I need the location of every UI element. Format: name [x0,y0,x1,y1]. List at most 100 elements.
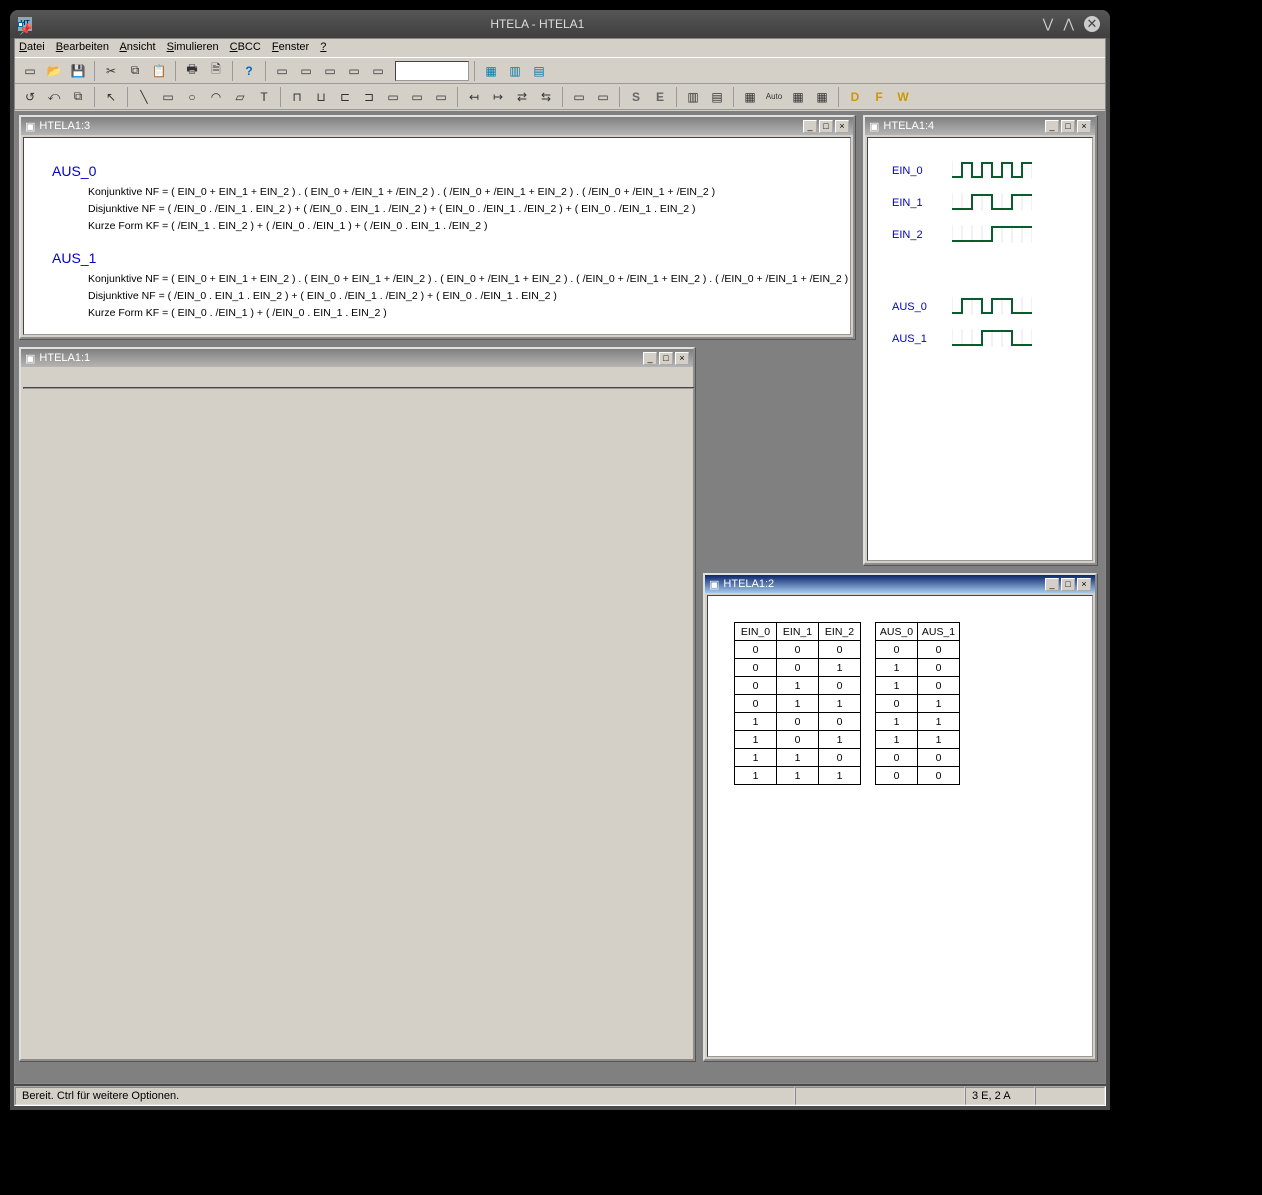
pane-truthtable: ▣ HTELA1:2 _ □ × EIN_0EIN_1EIN_200000101… [703,573,1097,1061]
cut-icon[interactable]: ✂ [100,60,122,82]
menu-datei[interactable]: Datei [19,41,45,53]
pane-waveform-title[interactable]: ▣ HTELA1:4 _ □ × [865,117,1095,135]
max-icon[interactable]: □ [1061,578,1075,591]
wave-row: EIN_0 [892,158,1068,184]
a2-icon[interactable]: ↦ [487,86,509,108]
menu-fenster[interactable]: Fenster [272,41,309,53]
pointer-icon[interactable]: ↖ [100,86,122,108]
e-letter-button[interactable]: E [649,86,671,108]
t2-1-icon[interactable]: ↺ [19,86,41,108]
circle-icon[interactable]: ○ [181,86,203,108]
table-row: 101 [735,731,861,749]
new-icon[interactable]: ▭ [19,60,41,82]
titlebar[interactable]: HT 📌 HTELA - HTELA1 ⋁ ⋀ ✕ [10,10,1110,38]
open-icon[interactable]: 📂 [43,60,65,82]
menubar[interactable]: Datei Bearbeiten Ansicht Simulieren CBCC… [15,39,1105,58]
arc-icon[interactable]: ◠ [205,86,227,108]
poly-icon[interactable]: ▱ [229,86,251,108]
close-icon[interactable]: × [1077,578,1091,591]
min-icon[interactable]: _ [643,352,657,365]
g4-icon[interactable]: ⊐ [358,86,380,108]
truth-table-inputs: EIN_0EIN_1EIN_2000001010011100101110111 [734,622,861,785]
zoom-combo[interactable] [395,61,469,81]
min-icon[interactable]: _ [1045,578,1059,591]
paste-icon[interactable]: 📋 [148,60,170,82]
help-icon[interactable]: ? [238,60,260,82]
wave-row: AUS_1 [892,326,1068,352]
rect-icon[interactable]: ▭ [157,86,179,108]
max-icon[interactable]: □ [659,352,673,365]
table-row: 010 [735,677,861,695]
maximize-icon[interactable]: ⋀ [1063,16,1074,32]
menu-cbcc[interactable]: CBCC [230,41,261,53]
tool-b-icon[interactable]: ▭ [295,60,317,82]
g1-icon[interactable]: ⊓ [286,86,308,108]
tt-header: EIN_0 [735,623,777,641]
d-letter-button[interactable]: D [844,86,866,108]
a3-icon[interactable]: ⇄ [511,86,533,108]
w-letter-button[interactable]: W [892,86,914,108]
b1-icon[interactable]: ▭ [568,86,590,108]
menu-simulieren[interactable]: Simulieren [167,41,219,53]
copy-icon[interactable]: ⧉ [124,60,146,82]
g5-icon[interactable]: ▭ [382,86,404,108]
menu-bearbeiten[interactable]: Bearbeiten [56,41,109,53]
pane-schematic: ▣ HTELA1:1 _ □ × EIN_0 >>EIN_1 >>EIN_2 >… [19,347,695,1061]
close-icon[interactable]: × [1077,120,1091,133]
table-row: 000 [735,641,861,659]
g6-icon[interactable]: ▭ [406,86,428,108]
a1-icon[interactable]: ↤ [463,86,485,108]
schematic-canvas[interactable]: EIN_0 >>EIN_1 >>EIN_2 >>HIGH_H1 HighAND_… [23,387,695,389]
menu-help[interactable]: ? [320,41,326,53]
t2-3-icon[interactable]: ⧉ [67,86,89,108]
max-icon[interactable]: □ [819,120,833,133]
layout2-icon[interactable]: ▥ [504,60,526,82]
min-icon[interactable]: _ [803,120,817,133]
c1-icon[interactable]: ▥ [682,86,704,108]
c2-icon[interactable]: ▤ [706,86,728,108]
tool-e-icon[interactable]: ▭ [367,60,389,82]
c5-icon[interactable]: ▦ [811,86,833,108]
wave-signal [952,225,1032,246]
menu-ansicht[interactable]: Ansicht [119,41,155,53]
app-window: HT 📌 HTELA - HTELA1 ⋁ ⋀ ✕ Datei Bearbeit… [10,10,1110,1110]
g7-icon[interactable]: ▭ [430,86,452,108]
tool-d-icon[interactable]: ▭ [343,60,365,82]
close-icon[interactable]: × [675,352,689,365]
scrollbar-horizontal[interactable] [24,387,678,388]
app-frame: Datei Bearbeiten Ansicht Simulieren CBCC… [14,38,1106,1084]
t2-2-icon[interactable]: ⤺ [43,86,65,108]
preview-icon[interactable]: 🗎 [205,60,227,82]
table-row: 00 [876,641,960,659]
s-letter-button[interactable]: S [625,86,647,108]
pane-equations-title[interactable]: ▣ HTELA1:3 _ □ × [21,117,853,135]
pin-icon[interactable]: 📌 [18,22,23,27]
g2-icon[interactable]: ⊔ [310,86,332,108]
close-icon[interactable]: ✕ [1084,16,1100,32]
line-icon[interactable]: ╲ [133,86,155,108]
text-icon[interactable]: T [253,86,275,108]
c4-icon[interactable]: ▦ [787,86,809,108]
f-letter-button[interactable]: F [868,86,890,108]
tool-a-icon[interactable]: ▭ [271,60,293,82]
print-icon[interactable]: 🖶 [181,60,203,82]
auto-icon[interactable]: Auto [763,86,785,108]
c3-icon[interactable]: ▦ [739,86,761,108]
max-icon[interactable]: □ [1061,120,1075,133]
a4-icon[interactable]: ⇆ [535,86,557,108]
minimize-icon[interactable]: ⋁ [1043,16,1054,32]
tool-c-icon[interactable]: ▭ [319,60,341,82]
statusbar: Bereit. Ctrl für weitere Optionen. 3 E, … [14,1086,1106,1106]
save-icon[interactable]: 💾 [67,60,89,82]
b2-icon[interactable]: ▭ [592,86,614,108]
pane-schematic-title[interactable]: ▣ HTELA1:1 _ □ × [21,349,693,367]
layout1-icon[interactable]: ▦ [480,60,502,82]
min-icon[interactable]: _ [1045,120,1059,133]
g3-icon[interactable]: ⊏ [334,86,356,108]
table-row: 01 [876,695,960,713]
close-icon[interactable]: × [835,120,849,133]
pane-truthtable-title[interactable]: ▣ HTELA1:2 _ □ × [705,575,1095,593]
wave-label: EIN_1 [892,197,952,209]
wave-row: EIN_2 [892,222,1068,248]
layout3-icon[interactable]: ▤ [528,60,550,82]
